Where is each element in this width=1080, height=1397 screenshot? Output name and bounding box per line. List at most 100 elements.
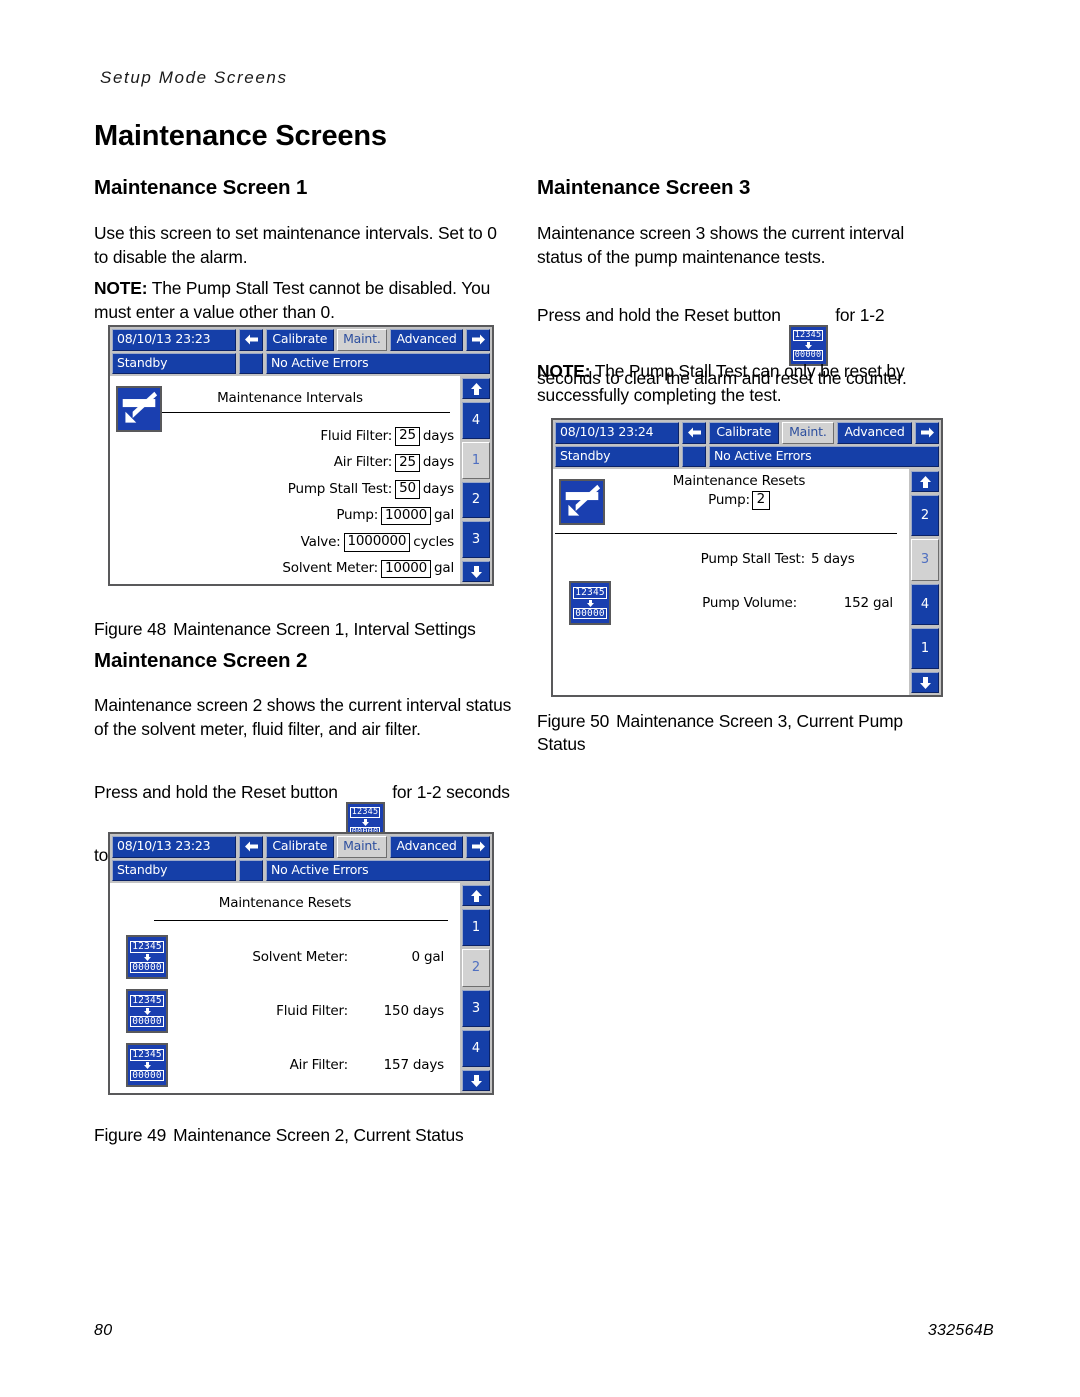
hmi3-rail-button-3[interactable]: 1 bbox=[911, 627, 939, 669]
hmi1-scroll-down-button[interactable] bbox=[462, 561, 490, 582]
hmi1-field-unit-4: cycles bbox=[413, 533, 454, 550]
hmi3-prev-arrow-button[interactable] bbox=[682, 422, 706, 444]
reset-icon-top-digits: 12345 bbox=[130, 940, 164, 953]
hmi-screen-3[interactable]: 08/10/13 23:24 Calibrate Maint. Advanced… bbox=[551, 418, 943, 697]
hmi3-reset-button[interactable]: 12345 00000 bbox=[559, 581, 621, 625]
hmi1-field-value-5[interactable]: 10000 bbox=[381, 559, 431, 578]
hmi-screen-2[interactable]: 08/10/13 23:23 Calibrate Maint. Advanced… bbox=[108, 832, 494, 1095]
hmi1-field-unit-5: gal bbox=[434, 560, 454, 576]
hmi1-next-arrow-button[interactable] bbox=[466, 329, 491, 351]
hmi2-reset-row: 12345 00000 Solvent Meter: 0 gal bbox=[116, 935, 454, 979]
heading-maintenance-screen-2: Maintenance Screen 2 bbox=[94, 649, 308, 672]
hmi1-field-value-4[interactable]: 1000000 bbox=[343, 533, 411, 552]
arrow-up-icon bbox=[470, 382, 482, 395]
hmi1-field-row[interactable]: Fluid Filter: 25 days bbox=[178, 427, 454, 446]
heading-maintenance-screen-1: Maintenance Screen 1 bbox=[94, 176, 308, 199]
footer-document-number: 332564B bbox=[927, 1322, 994, 1339]
hmi2-topbar: 08/10/13 23:23 Calibrate Maint. Advanced bbox=[110, 834, 492, 860]
figure-49-caption: Figure 49 Maintenance Screen 2, Current S… bbox=[94, 1124, 512, 1147]
hmi3-main: Maintenance Resets Pump: 2 Pump Stall Te… bbox=[553, 469, 909, 695]
hmi1-tab-advanced[interactable]: Advanced bbox=[390, 329, 464, 351]
arrow-down-icon bbox=[470, 565, 482, 578]
hmi1-rail-button-2[interactable]: 2 bbox=[462, 481, 490, 519]
screen1-note-text: The Pump Stall Test cannot be disabled. … bbox=[94, 278, 491, 323]
hmi2-reset-button-0[interactable]: 12345 00000 bbox=[116, 935, 178, 979]
figure-50-number: Figure 50 bbox=[537, 711, 610, 731]
hmi1-field-value-3[interactable]: 10000 bbox=[381, 506, 431, 525]
hmi2-tab-advanced[interactable]: Advanced bbox=[390, 836, 464, 858]
hmi2-reset-button-1[interactable]: 12345 00000 bbox=[116, 989, 178, 1033]
screen2-paragraph-2-before: Press and hold the Reset button bbox=[94, 782, 338, 802]
edit-pencil-icon[interactable] bbox=[116, 386, 162, 432]
hmi1-field-row[interactable]: Pump: 10000 gal bbox=[178, 506, 454, 525]
hmi1-errors: No Active Errors bbox=[266, 352, 490, 374]
hmi3-rail-button-2[interactable]: 4 bbox=[911, 583, 939, 625]
hmi1-field-label-2: Pump Stall Test: bbox=[287, 480, 393, 497]
screen1-note: NOTE: The Pump Stall Test cannot be disa… bbox=[94, 276, 512, 324]
hmi2-errors: No Active Errors bbox=[266, 859, 490, 881]
hmi1-field-value-2[interactable]: 50 bbox=[395, 480, 420, 499]
hmi2-tab-calibrate[interactable]: Calibrate bbox=[266, 836, 334, 858]
hmi1-scroll-up-button[interactable] bbox=[462, 378, 490, 399]
hmi2-row-value-0: 0 gal bbox=[411, 949, 445, 965]
hmi3-rail-button-1[interactable]: 3 bbox=[911, 539, 939, 581]
hmi1-field-label-5: Solvent Meter: bbox=[282, 560, 379, 576]
hmi1-field-row[interactable]: Air Filter: 25 days bbox=[178, 453, 454, 472]
hmi2-main: Maintenance Resets 12345 00000 Solvent M… bbox=[110, 883, 460, 1093]
hmi1-rail-button-3[interactable]: 3 bbox=[462, 521, 490, 558]
screen1-paragraph-1: Use this screen to set maintenance inter… bbox=[94, 223, 497, 268]
hmi1-rail-button-1[interactable]: 1 bbox=[462, 441, 490, 479]
hmi3-pump-selector[interactable]: Pump: 2 bbox=[575, 491, 903, 510]
hmi1-field-value-1[interactable]: 25 bbox=[395, 453, 420, 472]
footer-page-number: 80 bbox=[94, 1322, 113, 1339]
arrow-right-icon bbox=[471, 841, 485, 852]
hmi2-statusbar: Standby No Active Errors bbox=[110, 859, 492, 883]
hmi3-tab-calibrate[interactable]: Calibrate bbox=[709, 422, 779, 444]
hmi1-tab-maint[interactable]: Maint. bbox=[336, 329, 388, 351]
hmi2-tab-maint[interactable]: Maint. bbox=[336, 836, 388, 858]
hmi3-pump-value[interactable]: 2 bbox=[751, 491, 770, 510]
hmi3-divider bbox=[555, 533, 897, 534]
hmi3-pump-volume-row: 12345 00000 Pump Volume: 152 gal bbox=[559, 581, 903, 625]
arrow-down-icon bbox=[586, 599, 594, 607]
hmi1-field-value-0[interactable]: 25 bbox=[395, 427, 420, 446]
screen3-note-text: The Pump Stall Test can only be reset by… bbox=[537, 361, 905, 406]
hmi2-rail-button-1[interactable]: 2 bbox=[462, 949, 490, 987]
edit-pencil-icon[interactable] bbox=[559, 479, 605, 525]
hmi3-tab-advanced[interactable]: Advanced bbox=[837, 422, 913, 444]
hmi1-field-row[interactable]: Valve: 1000000 cycles bbox=[178, 533, 454, 552]
hmi-screen-1[interactable]: 08/10/13 23:23 Calibrate Maint. Advanced… bbox=[108, 325, 494, 586]
hmi3-scroll-down-button[interactable] bbox=[911, 672, 939, 693]
hmi1-field-label-1: Air Filter: bbox=[333, 454, 393, 470]
hmi1-field-row[interactable]: Pump Stall Test: 50 days bbox=[178, 480, 454, 499]
hmi2-next-arrow-button[interactable] bbox=[466, 836, 491, 858]
hmi2-scroll-down-button[interactable] bbox=[462, 1070, 490, 1091]
hmi1-tab-calibrate[interactable]: Calibrate bbox=[266, 329, 334, 351]
hmi1-field-label-0: Fluid Filter: bbox=[320, 427, 393, 444]
hmi1-field-unit-2: days bbox=[422, 480, 454, 497]
reset-icon-top-digits: 12345 bbox=[130, 994, 164, 1007]
hmi3-next-arrow-button[interactable] bbox=[915, 422, 940, 444]
hmi1-field-unit-0: days bbox=[422, 427, 454, 444]
arrow-left-icon bbox=[244, 334, 258, 345]
screen3-note: NOTE: The Pump Stall Test can only be re… bbox=[537, 359, 942, 407]
hmi3-scroll-up-button[interactable] bbox=[911, 471, 939, 492]
hmi2-prev-arrow-button[interactable] bbox=[239, 836, 263, 858]
hmi2-reset-button-2[interactable]: 12345 00000 bbox=[116, 1043, 178, 1087]
hmi3-filler bbox=[559, 625, 903, 689]
hmi3-statusbar: Standby No Active Errors bbox=[553, 445, 941, 469]
hmi2-rail-button-2[interactable]: 3 bbox=[462, 989, 490, 1027]
hmi1-field-row[interactable]: Solvent Meter: 10000 gal bbox=[178, 559, 454, 578]
hmi3-stall-test-value: 5 days bbox=[811, 551, 855, 567]
hmi1-prev-arrow-button[interactable] bbox=[239, 329, 263, 351]
edit-pencil-glyph bbox=[122, 391, 158, 426]
hmi2-scroll-up-button[interactable] bbox=[462, 885, 490, 906]
hmi1-rail-button-0[interactable]: 4 bbox=[462, 402, 490, 439]
figure-50-caption: Figure 50 Maintenance Screen 3, Current P… bbox=[537, 710, 937, 757]
hmi3-rail-button-0[interactable]: 2 bbox=[911, 495, 939, 537]
hmi1-field-unit-3: gal bbox=[434, 507, 454, 523]
hmi2-rail-button-0[interactable]: 1 bbox=[462, 909, 490, 947]
hmi2-rail-button-3[interactable]: 4 bbox=[462, 1029, 490, 1067]
hmi3-tab-maint[interactable]: Maint. bbox=[781, 422, 835, 444]
hmi1-rail: 4 1 2 3 bbox=[460, 376, 492, 584]
